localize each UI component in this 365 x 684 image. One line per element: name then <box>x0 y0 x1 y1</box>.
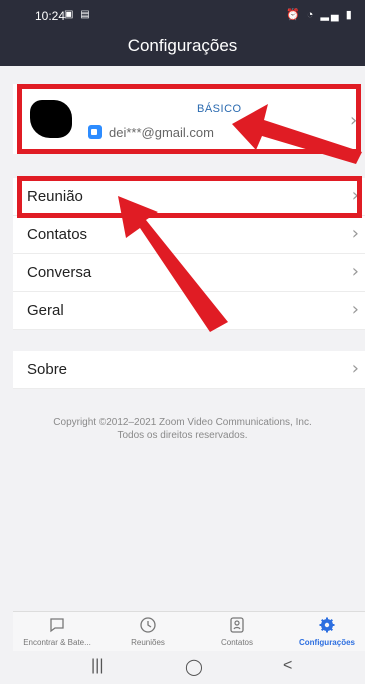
account-email: dei***@gmail.com <box>109 125 214 140</box>
notification-icons: ▣ ▤ <box>64 9 92 20</box>
chevron-right-icon: › <box>351 185 359 206</box>
app-header: Configurações <box>0 28 365 66</box>
settings-item-sobre[interactable]: Sobre › <box>13 351 365 389</box>
tab-contatos[interactable]: Contatos <box>193 612 281 652</box>
bottom-nav: Encontrar & Bate... Reuniões Contatos Co… <box>13 611 365 651</box>
zoom-logo-icon <box>88 125 102 139</box>
settings-item-label: Sobre <box>27 361 68 378</box>
copyright-text: Copyright ©2012–2021 Zoom Video Communic… <box>0 416 365 442</box>
recents-button[interactable]: ||| <box>91 657 103 675</box>
tab-configuracoes[interactable]: Configurações <box>283 612 365 652</box>
settings-item-label: Reunião <box>27 188 83 205</box>
back-button[interactable]: < <box>283 657 292 675</box>
settings-item-label: Contatos <box>27 226 88 243</box>
settings-item-label: Conversa <box>27 264 92 281</box>
chevron-right-icon: › <box>350 110 358 131</box>
tab-label: Contatos <box>220 638 254 647</box>
system-nav-bar: ||| ◯ < <box>13 651 365 684</box>
tab-encontrar-bate-papo[interactable]: Encontrar & Bate... <box>13 612 101 652</box>
page-title: Configurações <box>127 36 238 55</box>
chat-bubble-icon <box>13 616 101 636</box>
status-bar: 10:24 ▣ ▤ ⏰ ◔ ▂▄ ▮ <box>0 0 365 28</box>
system-status-icons: ⏰ ◔ ▂▄ ▮ <box>286 9 354 21</box>
status-time: 10:24 <box>35 9 66 23</box>
settings-item-conversa[interactable]: Conversa › <box>13 254 365 292</box>
settings-item-contatos[interactable]: Contatos › <box>13 216 365 254</box>
avatar <box>30 100 72 138</box>
tab-reunioes[interactable]: Reuniões <box>104 612 192 652</box>
settings-item-geral[interactable]: Geral › <box>13 292 365 330</box>
clock-icon <box>104 616 192 636</box>
chevron-right-icon: › <box>351 261 359 282</box>
settings-item-reuniao[interactable]: Reunião › <box>13 178 365 216</box>
chevron-right-icon: › <box>351 223 359 244</box>
tab-label: Configurações <box>298 638 355 647</box>
settings-item-label: Geral <box>27 302 64 319</box>
tab-label: Encontrar & Bate... <box>23 638 91 647</box>
gear-icon <box>283 616 365 636</box>
plan-badge: BÁSICO <box>197 103 242 115</box>
copyright-line: Todos os direitos reservados. <box>117 430 248 441</box>
chevron-right-icon: › <box>351 358 359 379</box>
home-button[interactable]: ◯ <box>185 657 203 677</box>
chevron-right-icon: › <box>351 299 359 320</box>
copyright-line: Copyright ©2012–2021 Zoom Video Communic… <box>53 417 312 428</box>
tab-label: Reuniões <box>131 638 165 647</box>
contact-card-icon <box>193 616 281 636</box>
